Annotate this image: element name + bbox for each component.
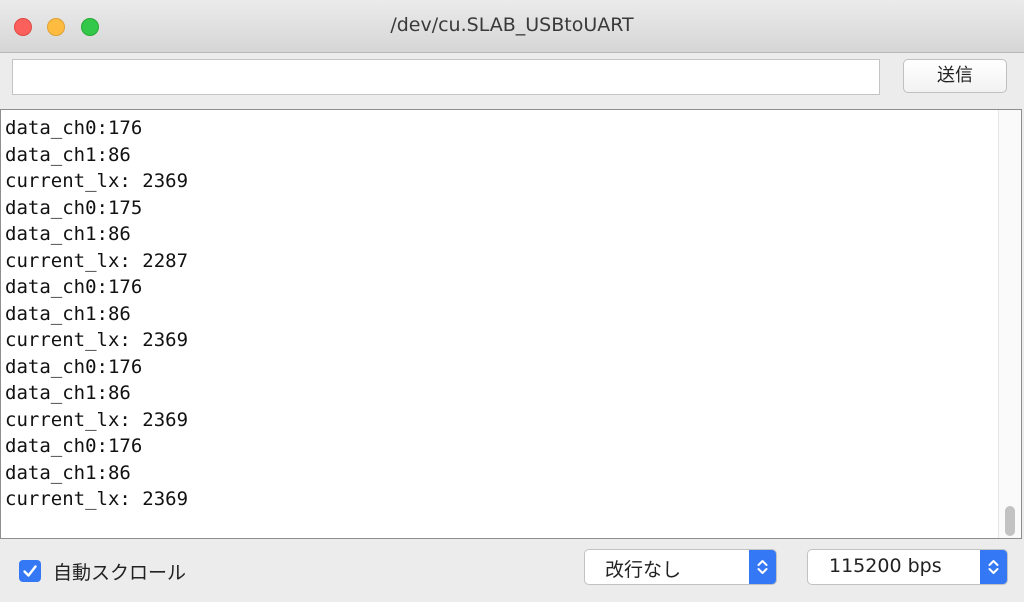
output-line: current_lx: 2369 <box>5 329 189 351</box>
output-line: current_lx: 2369 <box>5 488 189 510</box>
output-line: data_ch1:86 <box>5 143 131 166</box>
send-input[interactable] <box>12 59 880 95</box>
title-bar[interactable]: /dev/cu.SLAB_USBtoUART <box>0 0 1024 53</box>
output-line: data_ch0:176 <box>5 355 143 378</box>
line-ending-select[interactable]: 改行なし <box>584 549 777 585</box>
serial-output-text: data_ch0:176 data_ch1:86 current_lx: 236… <box>5 115 188 513</box>
baud-rate-value: 115200 bps <box>829 555 942 577</box>
chevron-updown-icon <box>757 560 768 574</box>
line-ending-arrows[interactable] <box>749 550 776 584</box>
output-line: data_ch1:86 <box>5 382 131 404</box>
scrollbar-thumb[interactable] <box>1005 506 1015 536</box>
serial-monitor-window: /dev/cu.SLAB_USBtoUART 送信 data_ch0:176 d… <box>0 0 1024 602</box>
chevron-updown-icon <box>988 560 999 574</box>
output-line: data_ch1:86 <box>5 461 131 484</box>
autoscroll-label[interactable]: 自動スクロール <box>53 558 186 585</box>
output-line: data_ch1:86 <box>5 223 131 245</box>
output-line: data_ch0:175 <box>5 196 143 219</box>
output-line: current_lx: 2287 <box>5 249 189 272</box>
send-button[interactable]: 送信 <box>903 59 1007 93</box>
serial-output[interactable]: data_ch0:176 data_ch1:86 current_lx: 236… <box>0 109 1022 539</box>
autoscroll-checkbox[interactable] <box>19 560 41 582</box>
baud-rate-arrows[interactable] <box>980 550 1007 584</box>
vertical-scrollbar[interactable] <box>998 110 1021 538</box>
output-line: data_ch0:176 <box>5 435 143 457</box>
checkmark-icon <box>23 565 37 577</box>
output-line: data_ch0:176 <box>5 276 143 298</box>
baud-rate-select[interactable]: 115200 bps <box>807 549 1008 585</box>
output-line: data_ch1:86 <box>5 302 131 325</box>
line-ending-value: 改行なし <box>605 559 682 581</box>
output-line: current_lx: 2369 <box>5 408 189 431</box>
output-line: data_ch0:176 <box>5 117 143 139</box>
window-title: /dev/cu.SLAB_USBtoUART <box>390 14 634 36</box>
output-line: current_lx: 2369 <box>5 170 189 192</box>
